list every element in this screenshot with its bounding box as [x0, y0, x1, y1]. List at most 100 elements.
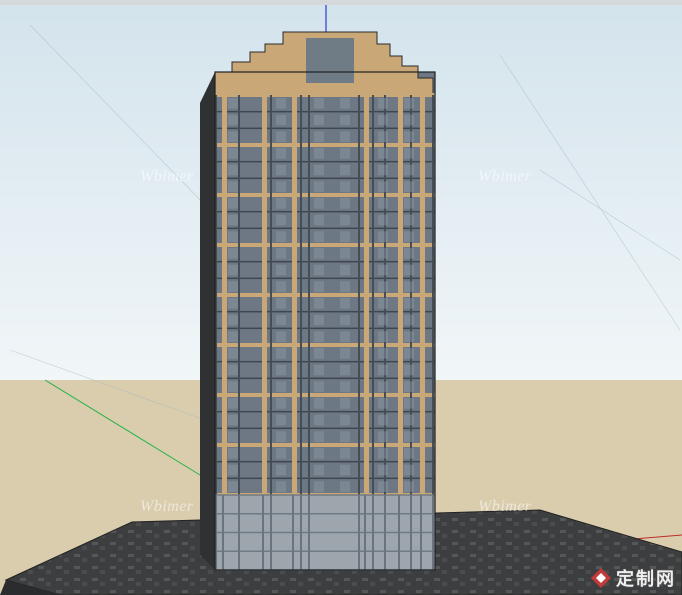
window-pane — [276, 131, 286, 142]
window-pane — [340, 464, 350, 476]
window-pane — [404, 281, 414, 292]
podium-column — [270, 495, 272, 570]
window-pane — [314, 381, 324, 392]
window-pane — [340, 198, 350, 209]
window-pane — [228, 148, 238, 159]
window-pane — [340, 248, 350, 259]
window-pane — [228, 448, 238, 459]
window-pane — [276, 248, 286, 259]
podium-column — [364, 495, 366, 570]
podium-column — [300, 495, 302, 570]
facade-column — [398, 95, 403, 495]
podium-column — [238, 495, 240, 570]
window-pane — [314, 131, 324, 142]
window-pane — [404, 381, 414, 392]
window-pane — [228, 381, 238, 392]
window-pane — [228, 464, 238, 476]
window-pane — [378, 231, 388, 242]
window-pane — [228, 264, 238, 276]
window-pane — [378, 114, 388, 126]
window-pane — [404, 198, 414, 209]
window-pane — [314, 398, 324, 409]
facade-column — [300, 95, 302, 495]
window-pane — [378, 164, 388, 176]
facade-column — [358, 95, 360, 495]
window-pane — [276, 348, 286, 359]
podium-column — [420, 495, 422, 570]
podium-column — [398, 495, 400, 570]
window-pane — [340, 114, 350, 126]
window-pane — [340, 214, 350, 226]
window-pane — [340, 181, 350, 192]
window-pane — [314, 114, 324, 126]
window-pane — [378, 181, 388, 192]
facade-column — [262, 95, 267, 495]
window-pane — [228, 398, 238, 409]
window-pane — [378, 281, 388, 292]
window-pane — [314, 231, 324, 242]
window-pane — [404, 131, 414, 142]
window-pane — [378, 414, 388, 426]
sketchup-viewport[interactable]: Wbimer Wbimer Wbimer Wbimer 定制网 — [0, 0, 682, 595]
window-pane — [228, 431, 238, 442]
window-pane — [276, 148, 286, 159]
window-pane — [378, 131, 388, 142]
podium-column — [372, 495, 374, 570]
window-pane — [276, 164, 286, 176]
window-pane — [404, 264, 414, 276]
window-pane — [378, 398, 388, 409]
window-pane — [378, 198, 388, 209]
window-pane — [378, 298, 388, 309]
window-pane — [404, 114, 414, 126]
window-pane — [404, 481, 414, 492]
window-pane — [314, 148, 324, 159]
window-pane — [378, 431, 388, 442]
window-pane — [228, 214, 238, 226]
window-pane — [378, 98, 388, 109]
facade-column — [420, 95, 425, 495]
window-pane — [276, 98, 286, 109]
window-pane — [276, 481, 286, 492]
window-pane — [276, 181, 286, 192]
podium-column — [292, 495, 294, 570]
window-pane — [404, 348, 414, 359]
window-pane — [340, 264, 350, 276]
window-pane — [378, 248, 388, 259]
window-pane — [404, 248, 414, 259]
window-pane — [340, 448, 350, 459]
podium-floor-line — [215, 531, 435, 534]
tower-building[interactable] — [200, 31, 436, 571]
window-pane — [276, 381, 286, 392]
window-pane — [228, 181, 238, 192]
window-pane — [314, 98, 324, 109]
window-pane — [340, 414, 350, 426]
viewport-top-border — [0, 0, 682, 5]
window-pane — [340, 398, 350, 409]
window-pane — [404, 298, 414, 309]
podium-column — [262, 495, 264, 570]
window-pane — [314, 214, 324, 226]
facade-column — [238, 95, 240, 495]
window-pane — [404, 414, 414, 426]
window-pane — [228, 164, 238, 176]
window-pane — [378, 314, 388, 326]
logo-text: 定制网 — [616, 569, 676, 590]
window-pane — [228, 248, 238, 259]
window-pane — [314, 298, 324, 309]
window-pane — [276, 448, 286, 459]
window-pane — [276, 281, 286, 292]
window-pane — [404, 364, 414, 376]
podium-column — [432, 495, 434, 570]
window-pane — [228, 231, 238, 242]
window-pane — [314, 248, 324, 259]
podium-floor-line — [215, 513, 435, 515]
window-pane — [276, 398, 286, 409]
model-scene[interactable] — [0, 0, 682, 595]
window-pane — [378, 364, 388, 376]
window-pane — [378, 381, 388, 392]
crown-glass — [306, 38, 354, 83]
window-pane — [340, 364, 350, 376]
facade-column — [292, 95, 297, 495]
window-pane — [378, 331, 388, 342]
window-pane — [276, 464, 286, 476]
